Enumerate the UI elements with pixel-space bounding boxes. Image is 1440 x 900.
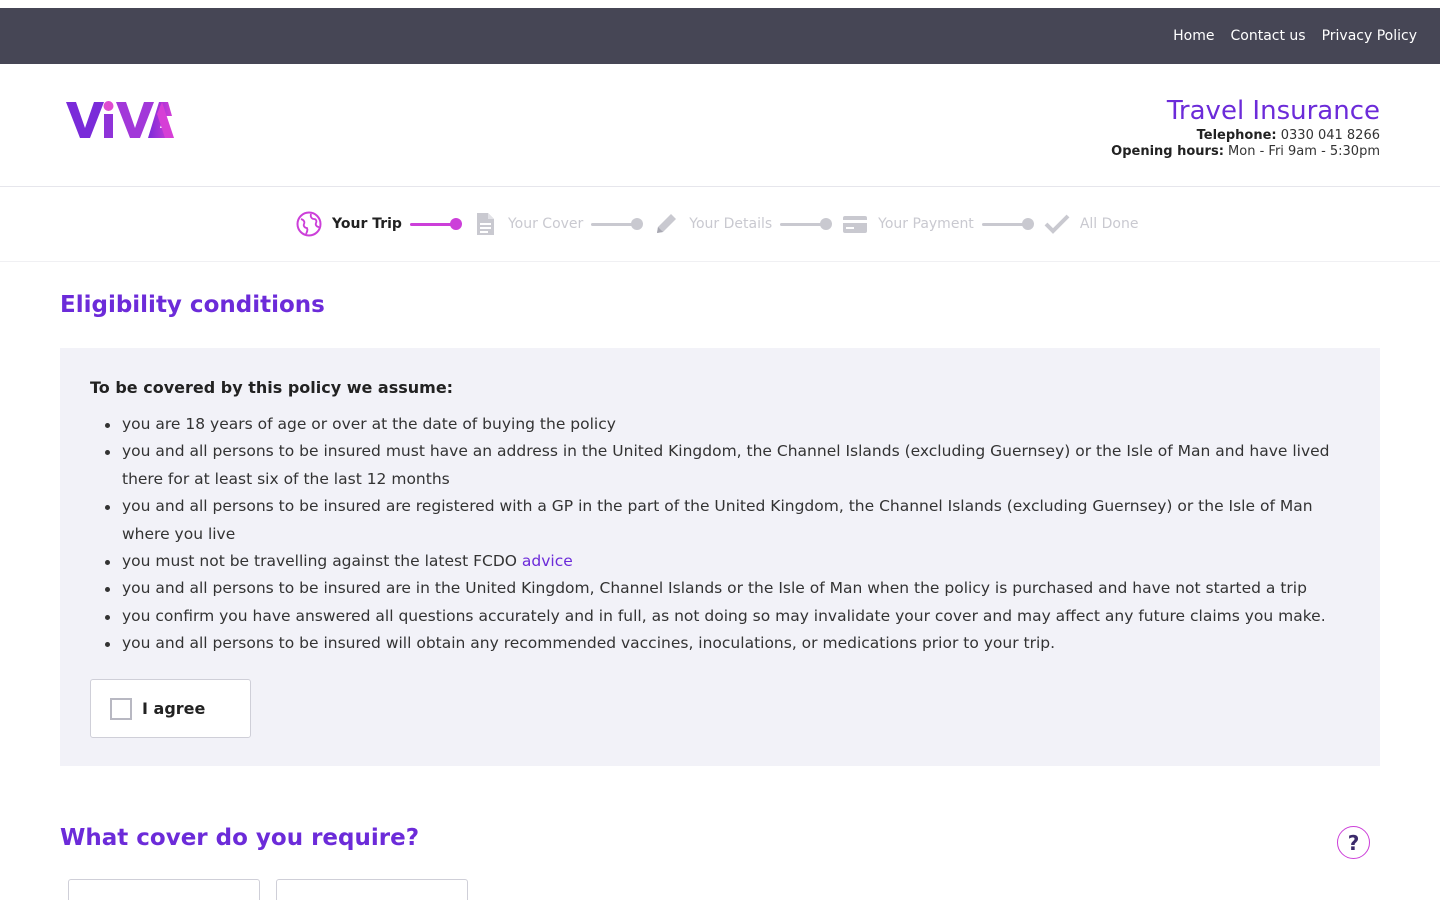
help-button[interactable]: ? [1337, 826, 1370, 859]
step-connector [780, 218, 833, 230]
checkmark-icon [1044, 211, 1070, 237]
progress-stepper: Your Trip Your Cover Your Details Your P… [296, 209, 1138, 239]
step-connector [981, 218, 1034, 230]
agree-checkbox[interactable] [110, 697, 132, 720]
step-label: Your Trip [332, 216, 402, 232]
condition-item: you must not be travelling against the l… [105, 548, 1350, 575]
condition-text: you must not be travelling against the l… [122, 552, 517, 571]
top-nav-bar: Home Contact us Privacy Policy [0, 8, 1440, 64]
eligibility-intro: To be covered by this policy we assume: [90, 378, 454, 397]
condition-item: you confirm you have answered all questi… [105, 603, 1350, 630]
condition-item: you and all persons to be insured will o… [105, 630, 1350, 657]
opening-hours-label: Opening hours: [1111, 144, 1224, 159]
condition-item: you are 18 years of age or over at the d… [105, 411, 1350, 438]
agree-checkbox-box[interactable]: I agree [90, 679, 251, 738]
top-nav: Home Contact us Privacy Policy [1173, 8, 1417, 64]
step-your-cover[interactable]: Your Cover [472, 211, 583, 237]
telephone-line: Telephone: 0330 041 8266 [1111, 128, 1380, 144]
eligibility-panel: To be covered by this policy we assume: … [60, 348, 1380, 766]
step-all-done[interactable]: All Done [1044, 211, 1139, 237]
viva-logo[interactable] [64, 94, 176, 144]
agree-label: I agree [142, 699, 206, 718]
opening-hours-value: Mon - Fri 9am - 5:30pm [1228, 144, 1380, 159]
opening-hours-line: Opening hours: Mon - Fri 9am - 5:30pm [1111, 144, 1380, 160]
step-label: All Done [1079, 216, 1139, 232]
cover-option-button[interactable] [68, 879, 260, 900]
eligibility-title: Eligibility conditions [60, 292, 325, 318]
credit-card-icon [842, 211, 868, 237]
condition-item: you and all persons to be insured must h… [105, 438, 1350, 493]
step-label: Your Cover [507, 216, 584, 232]
telephone-label: Telephone: [1196, 128, 1277, 143]
page-brand-title: Travel Insurance [1166, 96, 1380, 126]
fcdo-advice-link[interactable]: advice [522, 552, 573, 570]
telephone-value: 0330 041 8266 [1280, 128, 1380, 143]
step-connector [409, 218, 462, 230]
pencil-icon [653, 211, 679, 237]
header-contact: Travel Insurance Telephone: 0330 041 826… [1111, 94, 1380, 160]
document-icon [472, 211, 498, 237]
cover-option-button[interactable] [276, 879, 468, 900]
eligibility-conditions-list: you are 18 years of age or over at the d… [90, 411, 1350, 658]
nav-contact-link[interactable]: Contact us [1230, 28, 1305, 44]
globe-icon [296, 211, 322, 237]
site-header: Travel Insurance Telephone: 0330 041 826… [0, 64, 1440, 187]
top-strip [0, 0, 1440, 8]
step-label: Your Details [689, 216, 773, 232]
step-your-payment[interactable]: Your Payment [842, 211, 974, 237]
step-your-details[interactable]: Your Details [653, 211, 772, 237]
nav-privacy-link[interactable]: Privacy Policy [1322, 28, 1417, 44]
cover-title: What cover do you require? [60, 825, 420, 851]
condition-item: you and all persons to be insured are in… [105, 575, 1350, 602]
progress-stepper-bar: Your Trip Your Cover Your Details Your P… [0, 187, 1440, 262]
viva-logo-mark [66, 101, 174, 138]
step-label: Your Payment [878, 216, 974, 232]
nav-home-link[interactable]: Home [1173, 28, 1214, 44]
step-connector [591, 218, 644, 230]
step-your-trip[interactable]: Your Trip [296, 211, 402, 237]
condition-item: you and all persons to be insured are re… [105, 493, 1350, 548]
